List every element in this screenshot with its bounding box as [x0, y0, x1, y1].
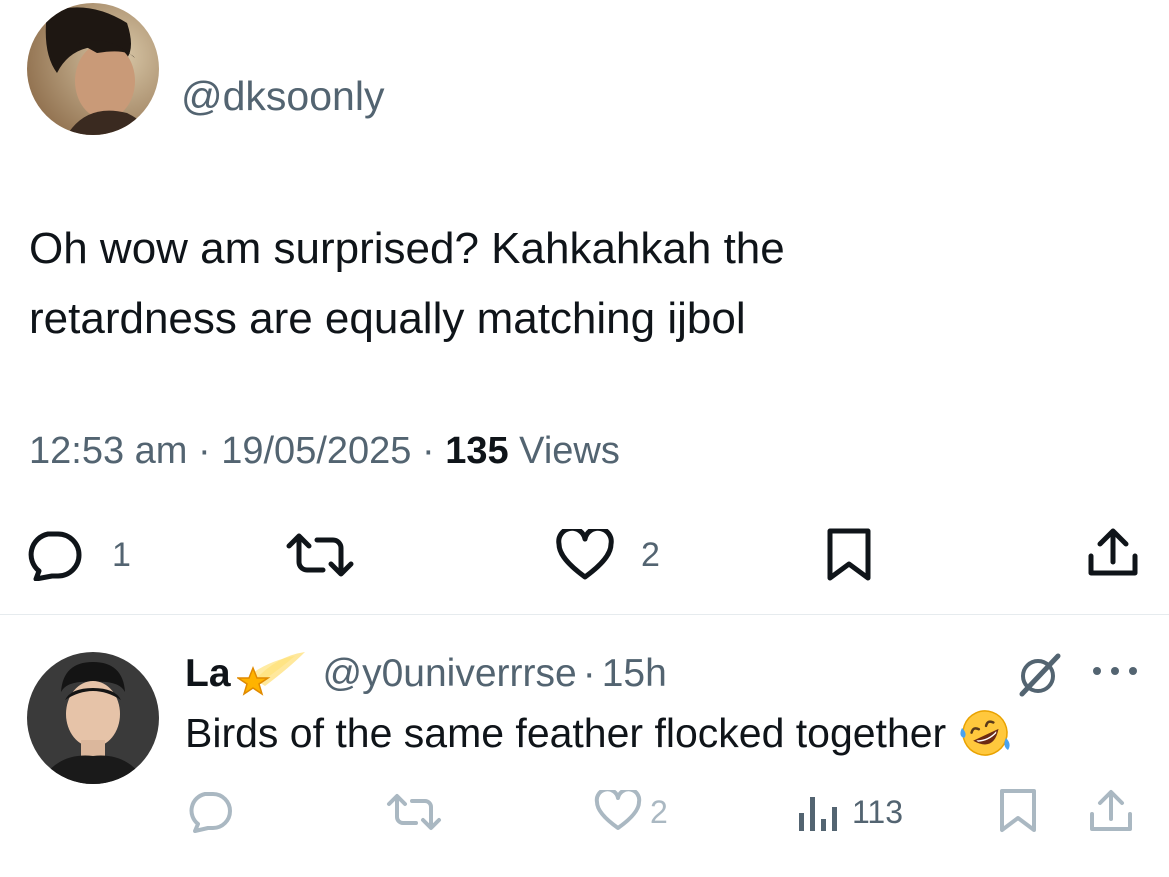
speech-bubble-icon — [28, 531, 82, 581]
tweet-meta: 12:53 am · 19/05/2025 · 135 Views — [29, 428, 620, 474]
reply-text-body: Birds of the same feather flocked togeth… — [185, 710, 947, 756]
divider — [0, 614, 1169, 615]
bar-chart-icon — [799, 797, 837, 831]
heart-icon — [594, 787, 642, 830]
grok-button[interactable] — [1014, 650, 1064, 705]
bookmark-button[interactable] — [825, 527, 873, 583]
tweet-time[interactable]: 12:53 am — [29, 430, 187, 472]
grok-slash-icon — [1019, 653, 1061, 697]
share-upload-icon — [1088, 528, 1138, 576]
bookmark-icon — [1000, 789, 1036, 832]
reply-button[interactable] — [24, 531, 86, 581]
speech-bubble-icon — [189, 792, 232, 833]
reply-share-button[interactable] — [1088, 788, 1134, 839]
views-label: Views — [519, 430, 620, 472]
rofl-emoji-icon — [958, 708, 1012, 758]
like-button[interactable] — [555, 529, 615, 581]
tweet-text-line-1: Oh wow am surprised? Kahkahkah the — [29, 224, 785, 273]
share-button[interactable] — [1086, 526, 1140, 580]
heart-icon — [556, 529, 614, 580]
repost-arrows-icon — [286, 533, 354, 577]
like-count: 2 — [641, 536, 660, 574]
tweet-text-line-2: retardness are equally matching ijbol — [29, 294, 746, 343]
header-separator: · — [582, 652, 596, 695]
meta-separator: · — [421, 430, 435, 472]
reply-author-avatar[interactable] — [27, 652, 159, 784]
repost-arrows-icon — [387, 794, 441, 830]
author-handle[interactable]: @dksoonly — [181, 72, 384, 120]
author-avatar[interactable] — [27, 3, 159, 135]
more-dots-icon — [1093, 667, 1137, 675]
reply-views-button[interactable] — [796, 791, 840, 838]
shooting-star-emoji-icon — [235, 650, 307, 698]
share-upload-icon — [1090, 790, 1132, 831]
reply-display-name[interactable]: La — [185, 650, 231, 698]
reply-text: Birds of the same feather flocked togeth… — [185, 708, 1012, 758]
reply-reply-button[interactable] — [186, 791, 236, 838]
meta-separator: · — [198, 430, 211, 472]
reply-like-button[interactable] — [594, 787, 642, 837]
tweet-text: Oh wow am surprised? Kahkahkah the retar… — [29, 214, 1139, 354]
repost-button[interactable] — [285, 532, 355, 578]
reply-time[interactable]: 15h — [602, 650, 667, 698]
reply-views-count: 113 — [852, 794, 904, 830]
reply-handle[interactable]: @y0univerrrse — [323, 650, 577, 698]
reply-count: 1 — [112, 536, 131, 574]
reply-bookmark-button[interactable] — [998, 788, 1038, 839]
reply-header: La @y0univerrrse · 15h — [185, 650, 667, 698]
tweet-date[interactable]: 19/05/2025 — [221, 430, 411, 472]
views-count: 135 — [445, 430, 509, 472]
reply-repost-button[interactable] — [386, 793, 442, 836]
more-button[interactable] — [1090, 664, 1140, 683]
bookmark-icon — [827, 528, 871, 581]
reply-like-count: 2 — [650, 794, 668, 830]
